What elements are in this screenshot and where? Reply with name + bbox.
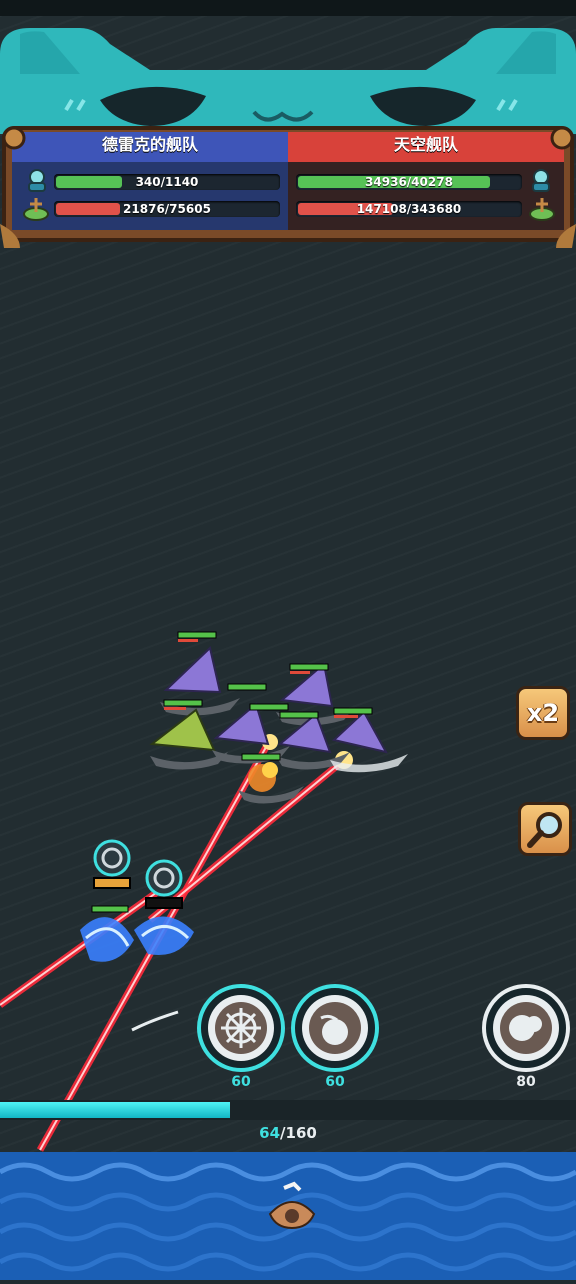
- ship-icon-right: [529, 198, 555, 221]
- smoke-bomb-skill-cost: 80: [516, 1074, 536, 1090]
- enemy-ship-4: [212, 683, 290, 764]
- wheel-icon: [197, 984, 285, 1072]
- player-ship-2: [134, 859, 194, 956]
- speed-x2-button[interactable]: x2: [516, 686, 570, 740]
- smoke-bomb-skill-button[interactable]: [482, 984, 570, 1072]
- shell-trail: [131, 1010, 179, 1032]
- seagull-boat-icon: [268, 1181, 316, 1230]
- cannonball-skill-cost: 60: [325, 1074, 345, 1090]
- energy-progress-fill: [0, 1102, 230, 1118]
- wheel-skill-button[interactable]: [197, 984, 285, 1072]
- smoke-bomb-icon: [482, 984, 570, 1072]
- right-power-bar: 147108/343680: [296, 201, 522, 217]
- right-hp-text: 34936/40278: [365, 175, 453, 189]
- right-team-name: 天空舰队: [393, 135, 458, 154]
- player-ship-1: [80, 839, 134, 962]
- cannonball-icon: [291, 984, 379, 1072]
- magnifier-icon: [527, 812, 562, 848]
- left-team-name: 德雷克的舰队: [101, 135, 198, 154]
- right-power-text: 147108/343680: [356, 202, 462, 216]
- energy-progress-text: 64/160: [0, 1124, 576, 1142]
- right-hp-bar: 34936/40278: [296, 174, 522, 190]
- cat-face-banner: [0, 28, 576, 134]
- captain-icon-right: [532, 169, 550, 192]
- energy-current: 64: [259, 1124, 281, 1142]
- ship-icon-left: [23, 198, 49, 221]
- left-hp-text: 340/1140: [135, 175, 199, 189]
- battle-scene: [0, 631, 408, 1152]
- left-power-bar: 21876/75605: [54, 201, 280, 217]
- energy-total: /160: [280, 1124, 317, 1142]
- magnifier-button[interactable]: [518, 802, 572, 856]
- wheel-skill-cost: 60: [231, 1074, 251, 1090]
- cannonball-skill-button[interactable]: [291, 984, 379, 1072]
- left-power-text: 21876/75605: [123, 202, 211, 216]
- captain-icon-left: [28, 169, 46, 192]
- speed-label: x2: [526, 699, 560, 727]
- left-hp-bar: 340/1140: [54, 174, 280, 190]
